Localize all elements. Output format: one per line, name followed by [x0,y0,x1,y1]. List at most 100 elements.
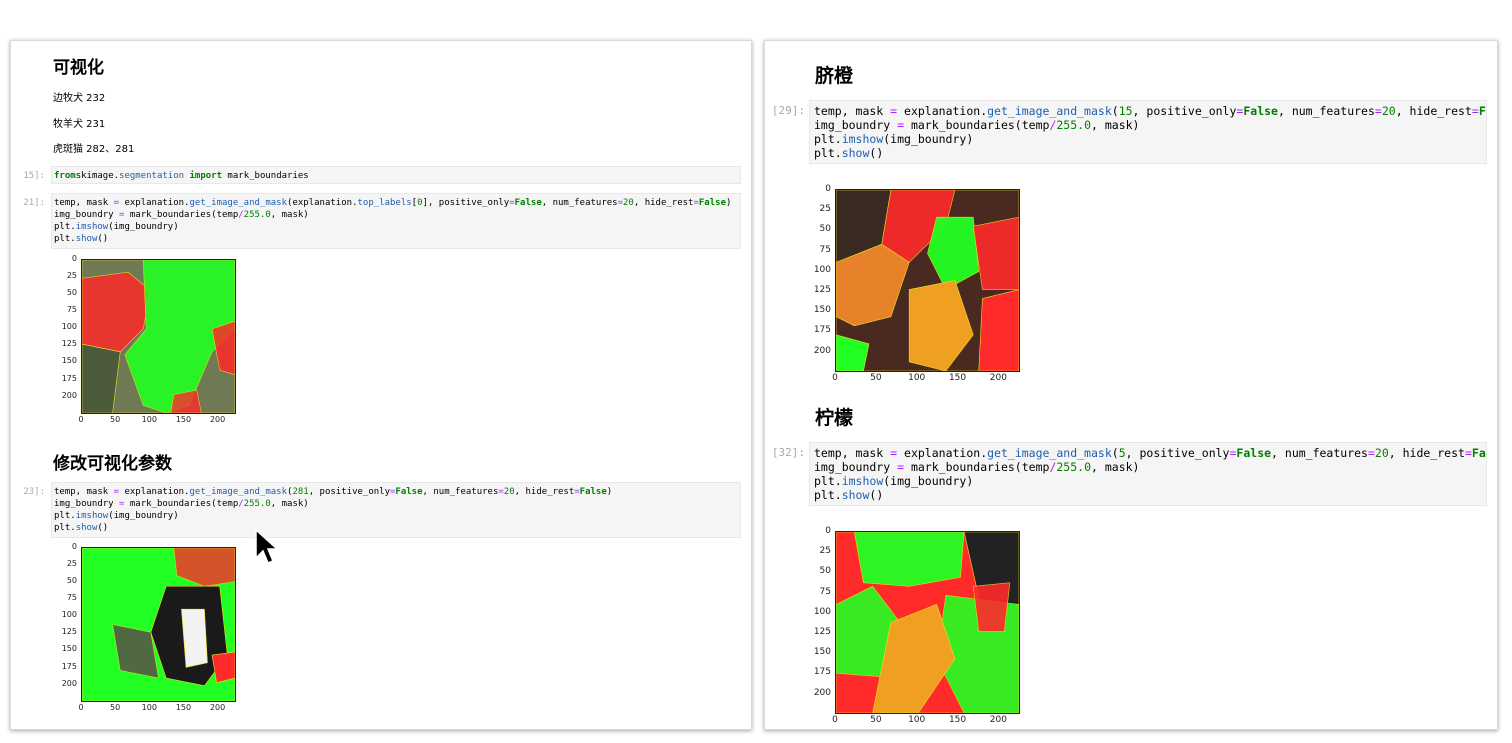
code-line: img_boundry = mark_boundaries(temp/255.0… [814,460,1140,474]
output-plot-dog-1: 0 25 50 75 100 125 150 175 200 0 50 100 150 200 [49,254,239,427]
x-tick-label: 50 [110,703,121,712]
mask-region [181,609,207,667]
y-tick-label: 0 [825,526,831,536]
mask-region [979,290,1019,371]
segmentation-mask-image [82,548,235,701]
x-tick-label: 150 [175,703,192,712]
code-line: temp, mask = explanation.get_image_and_m… [814,446,1486,460]
note-sheepdog: 牧羊犬 231 [53,119,106,130]
code-line: plt.show() [54,523,109,533]
note-border-collie: 边牧犬 232 [53,93,106,104]
y-tick-label: 50 [66,288,77,298]
y-tick-label: 150 [61,356,77,366]
y-tick-label: 25 [819,204,831,215]
code-line: plt.imshow(img_boundry) [814,132,974,146]
x-tick-label: 0 [78,415,84,424]
y-tick-label: 75 [819,586,831,597]
x-tick-label: 150 [948,373,967,383]
x-tick-label: 200 [989,373,1007,383]
y-tick-label: 75 [819,244,831,255]
code-cell-23[interactable]: temp, mask = explanation.get_image_and_m… [51,482,741,538]
heading-navel-orange: 脐橙 [815,65,854,87]
mask-region [854,532,964,586]
y-tick-label: 100 [813,606,831,617]
y-tick-label: 150 [813,647,831,658]
y-tick-label: 100 [61,610,77,620]
heading-modify-params: 修改可视化参数 [53,454,172,474]
plot-image-area [81,259,236,414]
x-tick-label: 50 [870,373,882,383]
y-tick-label: 50 [66,576,77,586]
cell-prompt-29: [29]: [771,104,805,117]
y-tick-label: 0 [71,542,77,551]
y-tick-label: 200 [813,687,831,698]
x-tick-label: 0 [832,715,838,725]
note-tabby-cat: 虎斑猫 282、281 [53,144,135,155]
y-tick-label: 75 [66,593,77,603]
x-tick-label: 50 [870,715,882,725]
y-tick-label: 100 [61,322,77,332]
code-line: temp, mask = explanation.get_image_and_m… [814,104,1486,118]
code-cell-32[interactable]: temp, mask = explanation.get_image_and_m… [809,442,1487,506]
output-plot-dog-2: 0 25 50 75 100 125 150 175 200 0 50 100 150 200 [49,542,239,715]
code-line: plt.imshow(img_boundry) [814,474,974,488]
y-tick-label: 200 [813,345,831,356]
code-cell-15[interactable]: fromskimage.segmentation import mark_bou… [51,166,741,184]
y-tick-label: 150 [61,644,77,654]
code-line: img_boundry = mark_boundaries(temp/255.0… [54,499,309,509]
y-tick-label: 175 [813,325,831,336]
y-tick-label: 25 [66,271,77,281]
y-tick-label: 175 [813,667,831,678]
notebook-panel-right: 脐橙 [29]: temp, mask = explanation.get_im… [764,40,1498,730]
cell-prompt-32: [32]: [771,446,805,459]
y-tick-label: 200 [61,390,77,400]
code-line: temp, mask = explanation.get_image_and_m… [54,487,613,497]
cell-prompt-23: 23]: [23,487,45,497]
plot-image-area [81,547,236,702]
cell-prompt-15: 15]: [23,171,45,181]
x-tick-label: 200 [209,703,226,712]
x-tick-label: 100 [141,703,157,712]
y-tick-label: 75 [66,305,77,315]
x-tick-label: 0 [832,373,838,383]
segmentation-mask-image [836,532,1019,713]
notebook-panel-left: 可视化 边牧犬 232 牧羊犬 231 虎斑猫 282、281 15]: fro… [10,40,752,730]
code-line: plt.imshow(img_boundry) [54,222,179,232]
code-line: fromskimage.segmentation import mark_bou… [54,171,309,181]
heading-visualize: 可视化 [53,58,104,78]
code-line: img_boundry = mark_boundaries(temp/255.0… [814,118,1140,132]
y-tick-label: 100 [813,264,831,275]
segmentation-mask-image [836,190,1019,371]
y-tick-label: 50 [819,224,831,235]
y-tick-label: 0 [825,184,831,194]
y-tick-label: 175 [61,661,77,671]
x-tick-label: 200 [989,715,1007,725]
cell-prompt-21: 21]: [23,198,45,208]
x-tick-label: 200 [209,415,226,424]
x-tick-label: 150 [175,415,192,424]
mask-region [973,583,1010,632]
segmentation-mask-image [82,260,235,413]
heading-lemon: 柠檬 [815,407,854,429]
code-line: temp, mask = explanation.get_image_and_m… [54,198,732,208]
code-line: plt.show() [54,234,109,244]
plot-image-area [835,531,1020,714]
plot-image-area [835,189,1020,372]
x-tick-label: 100 [908,715,926,725]
y-tick-label: 125 [813,627,831,637]
code-cell-29[interactable]: temp, mask = explanation.get_image_and_m… [809,100,1487,164]
y-tick-label: 25 [66,559,77,569]
x-tick-label: 100 [908,373,926,383]
y-tick-label: 125 [61,627,77,637]
code-cell-21[interactable]: temp, mask = explanation.get_image_and_m… [51,193,741,249]
code-line: plt.imshow(img_boundry) [54,511,179,521]
y-tick-label: 0 [71,254,77,263]
y-tick-label: 50 [819,566,831,577]
x-tick-label: 50 [110,415,121,424]
code-line: plt.show() [814,146,884,160]
y-tick-label: 125 [61,339,77,349]
x-tick-label: 100 [141,415,157,424]
code-line: plt.show() [814,488,884,502]
mouse-cursor-icon [255,528,278,564]
output-plot-fruit-1: 0 25 50 75 100 125 150 175 200 0 50 100 150 200 [805,171,1025,383]
